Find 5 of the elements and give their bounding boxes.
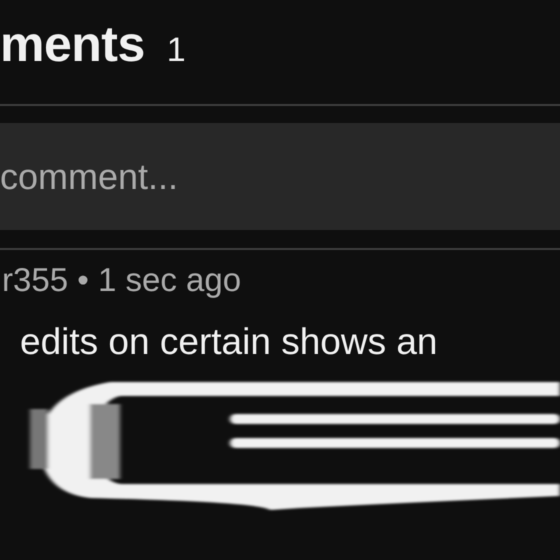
comment-input-field[interactable]: comment... xyxy=(0,123,560,230)
comment-meta: r355 • 1 sec ago xyxy=(1,260,242,300)
comment-text: edits on certain shows an xyxy=(19,320,439,364)
comment-count: 1 xyxy=(166,30,186,70)
comments-heading: ments xyxy=(0,15,145,74)
